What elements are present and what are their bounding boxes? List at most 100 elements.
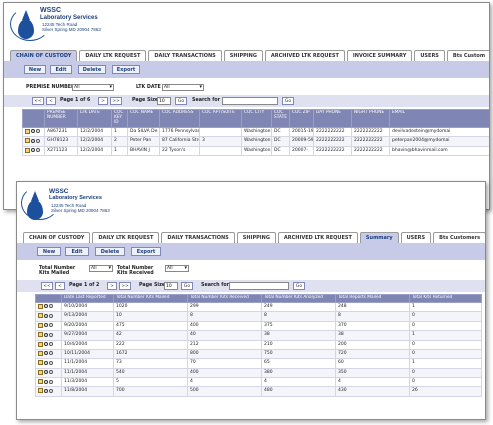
edit-icon[interactable] bbox=[25, 128, 30, 134]
ltk-date-select[interactable]: All bbox=[162, 84, 204, 91]
last-page-button[interactable]: >> bbox=[110, 97, 122, 105]
column-header[interactable]: COC CITY bbox=[241, 109, 272, 128]
table-row[interactable]: 11/8/2004 700 500 480 430 26 bbox=[35, 386, 482, 397]
page-size-input[interactable]: 10 bbox=[164, 282, 178, 290]
tab-daily-ltk-request[interactable]: DAILY LTK REQUEST bbox=[92, 232, 160, 243]
column-header[interactable] bbox=[35, 294, 62, 303]
select-radio[interactable] bbox=[49, 313, 53, 318]
tab-users[interactable]: USERS bbox=[400, 232, 432, 243]
edit-button[interactable]: Edit bbox=[50, 65, 72, 74]
tab-chain-of-custody[interactable]: CHAIN OF CUSTODY bbox=[10, 50, 78, 61]
edit-icon[interactable] bbox=[38, 303, 43, 309]
column-header[interactable]: NIGHT PHONE bbox=[351, 109, 390, 128]
tab-bts-customers[interactable]: Bts Customers bbox=[433, 232, 485, 243]
view-magnifier-icon[interactable] bbox=[31, 138, 35, 143]
table-row[interactable]: 11/1/2004 540 400 380 350 0 bbox=[35, 367, 482, 379]
select-radio[interactable] bbox=[49, 351, 53, 356]
premise-number-select[interactable]: All bbox=[72, 84, 114, 91]
export-button[interactable]: Export bbox=[112, 65, 140, 74]
new-button[interactable]: New bbox=[37, 247, 61, 256]
delete-button[interactable]: Delete bbox=[95, 247, 125, 256]
table-row[interactable]: GH78123 12/2/2004 2 Peter Pan 87 California … bbox=[22, 136, 489, 147]
search-go-button[interactable]: Go bbox=[282, 97, 294, 105]
column-header[interactable]: COC NAME bbox=[127, 109, 160, 128]
view-magnifier-icon[interactable] bbox=[44, 342, 48, 346]
column-header[interactable]: Date Last Reported bbox=[61, 294, 114, 303]
select-radio[interactable] bbox=[49, 323, 53, 328]
edit-icon[interactable] bbox=[38, 313, 43, 319]
edit-icon[interactable] bbox=[25, 138, 30, 144]
page-size-input[interactable]: 10 bbox=[157, 97, 171, 105]
table-row[interactable]: 9/13/2004 10 8 8 8 0 bbox=[35, 311, 482, 322]
tab-shipping[interactable]: SHIPPING bbox=[223, 50, 263, 61]
table-row[interactable]: X271123 12/2/2004 1 BHAVIN J 22 Tyson's Washi… bbox=[22, 145, 489, 157]
select-radio[interactable] bbox=[36, 138, 40, 143]
tab-archived-ltk-request[interactable]: ARCHIVED LTK REQUEST bbox=[277, 232, 358, 243]
select-radio[interactable] bbox=[49, 332, 53, 337]
next-page-button[interactable]: > bbox=[107, 282, 117, 290]
column-header[interactable]: COC KEY ID bbox=[111, 109, 128, 128]
edit-button[interactable]: Edit bbox=[65, 247, 89, 256]
tab-users[interactable]: USERS bbox=[414, 50, 445, 61]
view-magnifier-icon[interactable] bbox=[44, 360, 48, 365]
tab-archived-ltk-request[interactable]: ARCHIVED LTK REQUEST bbox=[264, 50, 345, 61]
edit-icon[interactable] bbox=[38, 341, 43, 347]
tab-daily-transactions[interactable]: DAILY TRANSACTIONS bbox=[148, 50, 222, 61]
view-magnifier-icon[interactable] bbox=[44, 388, 48, 393]
view-magnifier-icon[interactable] bbox=[31, 129, 35, 134]
search-input[interactable] bbox=[229, 282, 289, 290]
table-row[interactable]: 9/20/2004 475 400 375 370 0 bbox=[35, 320, 482, 332]
tab-chain-of-custody[interactable]: CHAIN OF CUSTODY bbox=[23, 232, 91, 243]
column-header[interactable]: EMAIL bbox=[389, 109, 489, 128]
page-size-go-button[interactable]: Go bbox=[175, 97, 187, 105]
tab-invoice-summary[interactable]: INVOICE SUMMARY bbox=[346, 50, 413, 61]
view-magnifier-icon[interactable] bbox=[44, 351, 48, 356]
select-radio[interactable] bbox=[49, 370, 53, 375]
column-header[interactable]: Total Reports Mailed bbox=[335, 294, 410, 303]
tab-daily-ltk-request[interactable]: DAILY LTK REQUEST bbox=[79, 50, 147, 61]
export-button[interactable]: Export bbox=[131, 247, 161, 256]
view-magnifier-icon[interactable] bbox=[44, 370, 48, 375]
column-header[interactable]: COC STATE bbox=[271, 109, 290, 128]
search-input[interactable] bbox=[222, 97, 278, 105]
select-radio[interactable] bbox=[36, 129, 40, 134]
edit-icon[interactable] bbox=[38, 322, 43, 328]
table-row[interactable]: A86723112/2/20041Da SILVA De STEIN1776 P… bbox=[22, 126, 489, 138]
tab-summary[interactable]: Summary bbox=[359, 232, 399, 243]
column-header[interactable]: Total Number Kits Received bbox=[187, 294, 262, 303]
tab-shipping[interactable]: SHIPPING bbox=[236, 232, 276, 243]
select-radio[interactable] bbox=[49, 360, 53, 365]
column-header[interactable]: Total Kits Returned bbox=[409, 294, 482, 303]
column-header[interactable]: Total Number Kits Mailed bbox=[113, 294, 188, 303]
column-header[interactable]: LTK DATE bbox=[77, 109, 112, 128]
tab-bts-custom[interactable]: Bts Custom bbox=[446, 50, 489, 61]
edit-icon[interactable] bbox=[38, 360, 43, 366]
select-radio[interactable] bbox=[36, 148, 40, 153]
select-radio[interactable] bbox=[49, 379, 53, 384]
edit-icon[interactable] bbox=[38, 369, 43, 375]
column-header[interactable]: COC ADDRESS bbox=[159, 109, 200, 128]
kits-received-select[interactable]: All bbox=[165, 265, 189, 272]
table-row[interactable]: 9/10/2004 1020 299 249 248 1 bbox=[35, 301, 482, 313]
first-page-button[interactable]: << bbox=[32, 97, 44, 105]
kits-mailed-select[interactable]: All bbox=[89, 265, 113, 272]
view-magnifier-icon[interactable] bbox=[44, 332, 48, 337]
first-page-button[interactable]: << bbox=[41, 282, 53, 290]
table-row[interactable]: 9/27/2004 42 40 38 38 1 bbox=[35, 330, 482, 341]
edit-icon[interactable] bbox=[38, 350, 43, 356]
edit-icon[interactable] bbox=[38, 388, 43, 394]
view-magnifier-icon[interactable] bbox=[44, 379, 48, 384]
column-header[interactable]: COC APT/SUITE bbox=[199, 109, 242, 128]
search-go-button[interactable]: Go bbox=[293, 282, 305, 290]
prev-page-button[interactable]: < bbox=[46, 97, 56, 105]
prev-page-button[interactable]: < bbox=[55, 282, 65, 290]
table-row[interactable]: 10/11/2004 1672 800 750 720 0 bbox=[35, 348, 482, 360]
column-header[interactable]: COC ZIP bbox=[289, 109, 314, 128]
select-radio[interactable] bbox=[49, 388, 53, 393]
column-header[interactable]: Total Number Kits Analyzed bbox=[261, 294, 336, 303]
next-page-button[interactable]: > bbox=[98, 97, 108, 105]
edit-icon[interactable] bbox=[38, 332, 43, 338]
edit-icon[interactable] bbox=[25, 147, 30, 153]
page-size-go-button[interactable]: Go bbox=[181, 282, 193, 290]
table-row[interactable]: 10/4/2004 222 212 210 200 0 bbox=[35, 339, 482, 350]
